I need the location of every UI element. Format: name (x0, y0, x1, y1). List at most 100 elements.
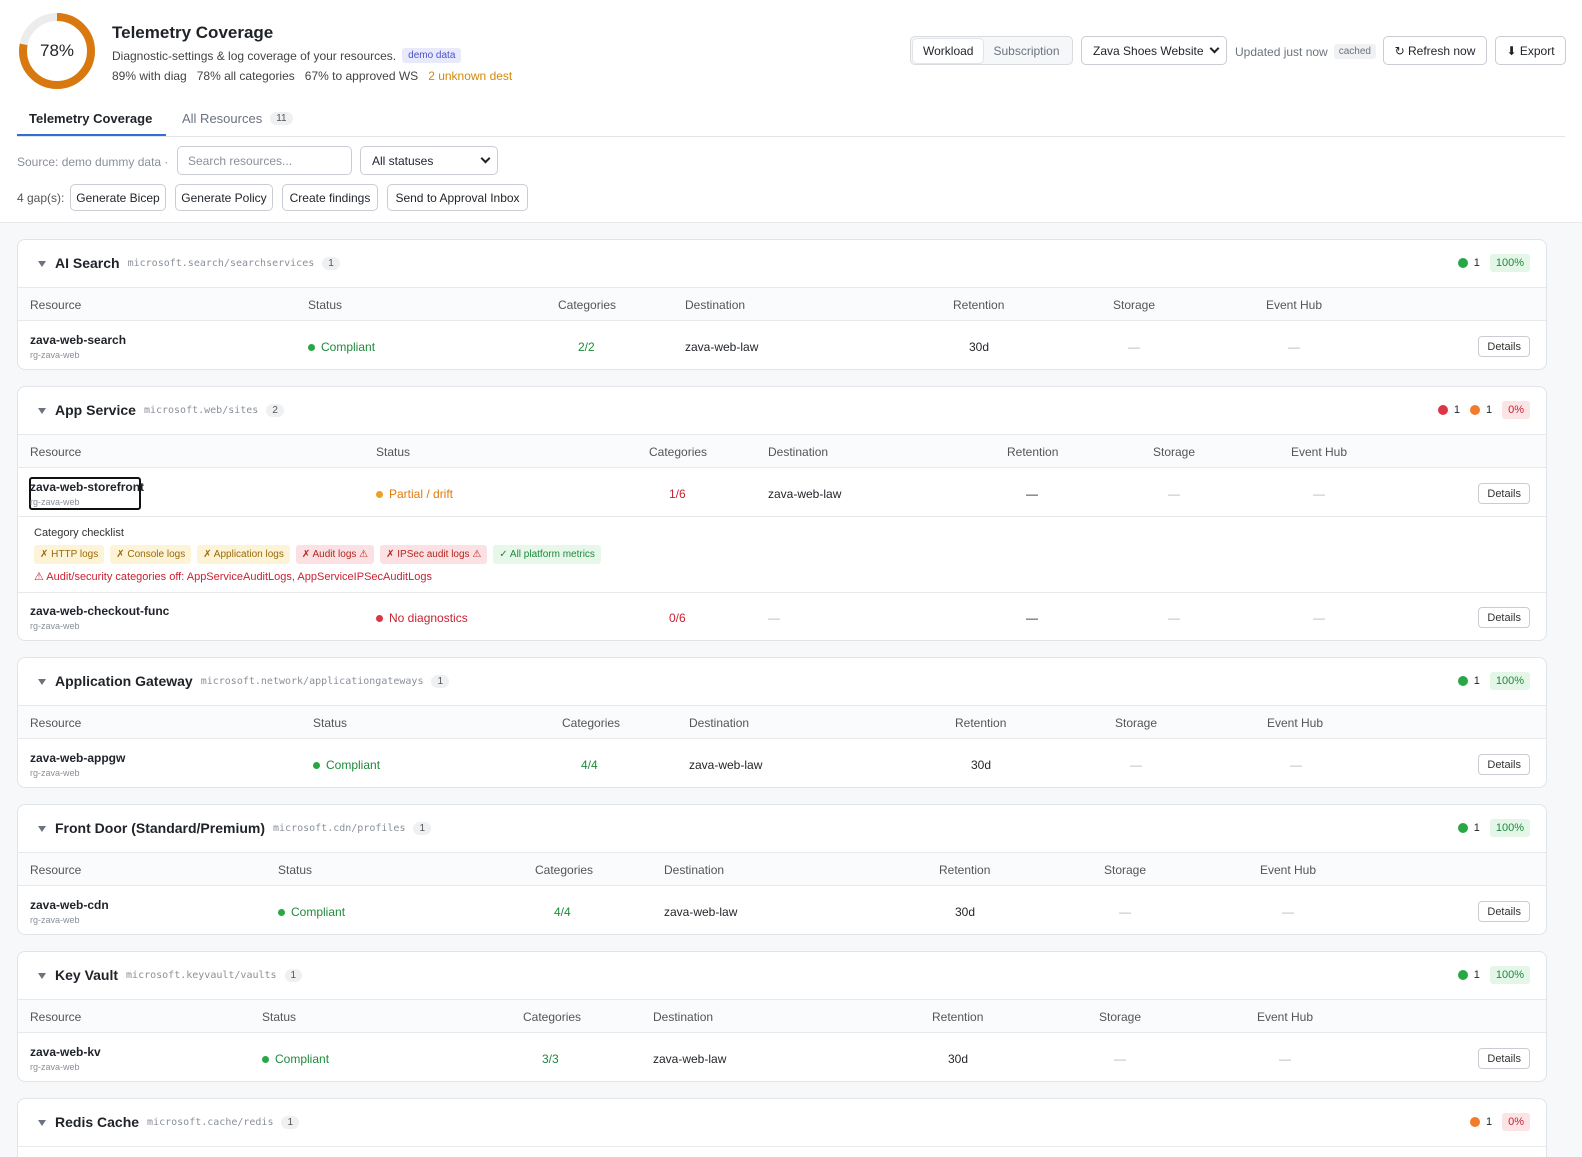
event-hub-value: — (1290, 758, 1302, 772)
group-summary: 1 100% (1457, 254, 1530, 272)
details-button[interactable]: Details (1478, 336, 1530, 357)
status-dot-icon (313, 761, 320, 769)
collapse-triangle-icon[interactable] (38, 973, 46, 979)
table-row[interactable]: zava-web-storefront rg-zava-web Partial … (18, 469, 1546, 517)
group-card-app-service: App Service microsoft.web/sites 2 1 1 0%… (17, 386, 1547, 641)
header: 78% Telemetry Coverage Diagnostic-settin… (0, 0, 1582, 100)
status-text: Compliant (326, 758, 381, 772)
group-header[interactable]: App Service microsoft.web/sites 2 1 1 0% (18, 387, 1546, 435)
group-title: Redis Cache microsoft.cache/redis 1 (55, 1114, 300, 1130)
collapse-triangle-icon[interactable] (38, 408, 46, 414)
summary-count: 1 (1473, 257, 1480, 269)
col-categories: Categories (558, 298, 617, 312)
collapse-triangle-icon[interactable] (38, 1120, 46, 1126)
generate-bicep-button[interactable]: Generate Bicep (70, 184, 166, 211)
tab-all-resources[interactable]: All Resources 11 (182, 111, 293, 126)
resource-group: rg-zava-web (30, 350, 80, 360)
col-storage: Storage (1115, 716, 1158, 730)
group-count-badge: 1 (431, 674, 450, 688)
table-row[interactable]: zava-web-appgw rg-zava-web Compliant 4/4… (18, 740, 1546, 787)
collapse-triangle-icon[interactable] (38, 826, 46, 832)
scope-workload-button[interactable]: Workload (913, 38, 984, 63)
table-row[interactable]: zava-web-kv rg-zava-web Compliant 3/3 za… (18, 1034, 1546, 1081)
group-header[interactable]: Application Gateway microsoft.network/ap… (18, 658, 1546, 706)
categories-value: 1/6 (669, 487, 686, 501)
col-destination: Destination (689, 716, 750, 730)
collapse-triangle-icon[interactable] (38, 679, 46, 685)
category-pill-http-logs: ✗ HTTP logs (34, 545, 105, 564)
group-name: AI Search (55, 255, 120, 271)
group-card-key-vault: Key Vault microsoft.keyvault/vaults 1 1 … (17, 951, 1547, 1082)
category-pill-ipsec-audit-logs: ✗ IPSec audit logs ⚠ (380, 545, 488, 564)
retention-value: 30d (955, 905, 976, 919)
details-button[interactable]: Details (1478, 607, 1530, 628)
col-event-hub: Event Hub (1267, 716, 1324, 730)
group-header[interactable]: Front Door (Standard/Premium) microsoft.… (18, 805, 1546, 853)
tab-count-badge: 11 (270, 112, 293, 125)
export-button[interactable]: ⬇ Export (1495, 36, 1566, 65)
group-summary: 1 1 0% (1437, 401, 1530, 419)
details-button[interactable]: Details (1478, 901, 1530, 922)
group-header[interactable]: AI Search microsoft.search/searchservice… (18, 240, 1546, 288)
details-button[interactable]: Details (1478, 483, 1530, 504)
col-storage: Storage (1153, 445, 1196, 459)
group-header[interactable]: Key Vault microsoft.keyvault/vaults 1 1 … (18, 952, 1546, 1000)
refresh-button[interactable]: ↻ Refresh now (1383, 36, 1487, 65)
resource-group: rg-zava-web (30, 1062, 80, 1072)
group-percent-badge: 100% (1489, 966, 1530, 984)
collapse-triangle-icon[interactable] (38, 261, 46, 267)
status-filter-select[interactable]: All statuses (360, 146, 498, 175)
destination-value: — (768, 611, 780, 625)
tab-label: All Resources (182, 111, 263, 126)
scope-subscription-button[interactable]: Subscription (983, 39, 1069, 63)
categories-value: 0/6 (669, 611, 686, 625)
storage-value: — (1130, 758, 1142, 772)
stat-unknown-dest[interactable]: 2 unknown dest (428, 69, 512, 83)
create-findings-button[interactable]: Create findings (282, 184, 378, 211)
details-button[interactable]: Details (1478, 1048, 1530, 1069)
col-resource: Resource (30, 445, 82, 459)
group-card-front-door: Front Door (Standard/Premium) microsoft.… (17, 804, 1547, 935)
col-retention: Retention (955, 716, 1007, 730)
categories-value: 4/4 (554, 905, 571, 919)
col-categories: Categories (649, 445, 708, 459)
generate-policy-button[interactable]: Generate Policy (175, 184, 273, 211)
col-event-hub: Event Hub (1257, 1010, 1314, 1024)
destination-value: zava-web-law (664, 905, 738, 919)
retention-value: — (1026, 611, 1038, 625)
category-pill-application-logs: ✗ Application logs (197, 545, 290, 564)
category-pill-console-logs: ✗ Console logs (110, 545, 192, 564)
details-button[interactable]: Details (1478, 754, 1530, 775)
col-storage: Storage (1104, 863, 1147, 877)
col-destination: Destination (685, 298, 746, 312)
col-event-hub: Event Hub (1266, 298, 1323, 312)
tab-telemetry-coverage[interactable]: Telemetry Coverage (29, 111, 152, 126)
resource-group: rg-zava-web (30, 915, 80, 925)
col-resource: Resource (30, 863, 82, 877)
group-summary: 1 100% (1457, 966, 1530, 984)
categories-value: 3/3 (542, 1052, 559, 1066)
send-to-approval-inbox-button[interactable]: Send to Approval Inbox (387, 184, 528, 211)
resource-name[interactable]: zava-web-storefront (30, 480, 144, 494)
col-event-hub: Event Hub (1260, 863, 1317, 877)
summary-count: 1 (1473, 969, 1480, 981)
status-dot-icon (278, 908, 285, 916)
destination-value: zava-web-law (685, 340, 759, 354)
partial-dot-icon (1469, 1117, 1480, 1127)
table-row[interactable]: zava-web-checkout-func rg-zava-web No di… (18, 593, 1546, 640)
group-type: microsoft.web/sites (143, 404, 259, 416)
storage-value: — (1119, 905, 1131, 919)
page-title: Telemetry Coverage (112, 23, 274, 42)
resource-name: zava-web-appgw (30, 751, 126, 765)
group-type: microsoft.cache/redis (147, 1116, 274, 1128)
updated-status: Updated just now cached (1235, 44, 1376, 59)
group-header[interactable]: Redis Cache microsoft.cache/redis 1 1 0% (18, 1099, 1546, 1147)
group-name: Front Door (Standard/Premium) (55, 820, 266, 836)
table-header: Resource Status Categories Destination R… (18, 706, 1546, 739)
compliant-dot-icon (1457, 970, 1468, 980)
search-input[interactable] (177, 146, 352, 175)
demo-data-badge: demo data (402, 48, 462, 63)
table-row[interactable]: zava-web-search rg-zava-web Compliant 2/… (18, 322, 1546, 369)
workload-select[interactable]: Zava Shoes Website (1081, 36, 1227, 65)
table-row[interactable]: zava-web-cdn rg-zava-web Compliant 4/4 z… (18, 887, 1546, 934)
